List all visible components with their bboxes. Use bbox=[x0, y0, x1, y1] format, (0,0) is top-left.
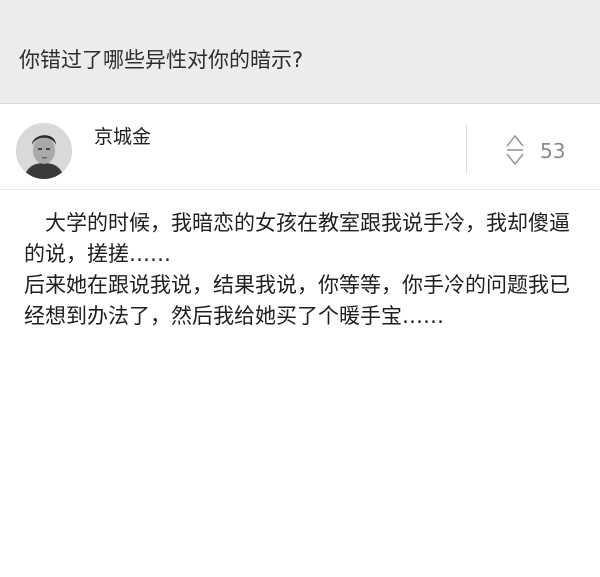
divider bbox=[466, 124, 467, 174]
vote-button[interactable]: 53 bbox=[500, 132, 580, 168]
answer-paragraph: 大学的时候，我暗恋的女孩在教室跟我说手冷，我却傻逼的说，搓搓…… bbox=[24, 211, 570, 266]
avatar[interactable] bbox=[16, 123, 72, 179]
question-title[interactable]: 你错过了哪些异性对你的暗示? bbox=[19, 44, 303, 74]
vote-arrows-icon bbox=[506, 135, 524, 165]
answer-header: 京城金 53 bbox=[0, 104, 600, 190]
answer-content: 大学的时候，我暗恋的女孩在教室跟我说手冷，我却傻逼的说，搓搓…… 后来她在跟说我… bbox=[24, 208, 580, 332]
author-name[interactable]: 京城金 bbox=[94, 122, 151, 149]
vote-count: 53 bbox=[540, 139, 566, 163]
answer-paragraph: 后来她在跟说我说，结果我说，你等等，你手冷的问题我已经想到办法了，然后我给她买了… bbox=[24, 273, 570, 328]
user-avatar-icon bbox=[16, 123, 72, 179]
question-header: 你错过了哪些异性对你的暗示? bbox=[0, 0, 600, 104]
